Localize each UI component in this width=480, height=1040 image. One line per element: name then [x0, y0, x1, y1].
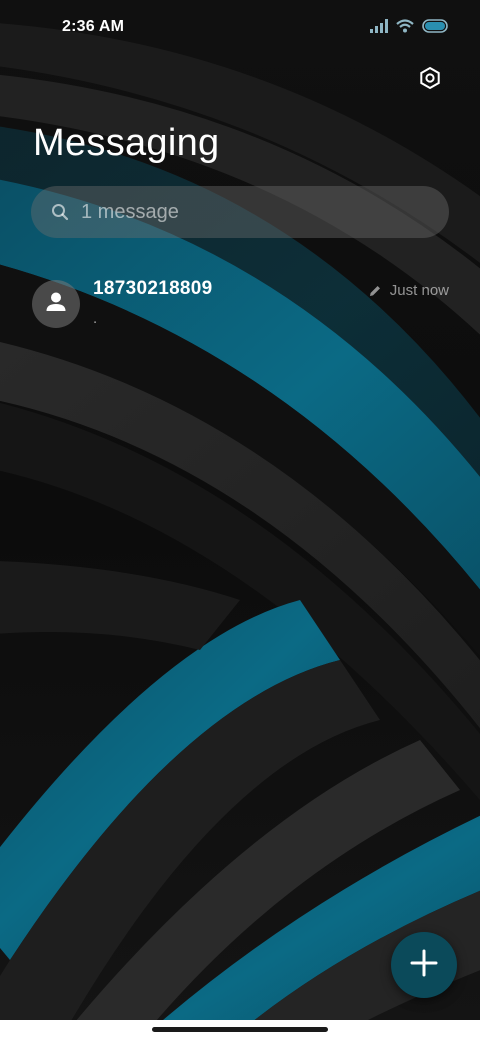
signal-icon: [370, 18, 388, 38]
messaging-screen: 2:36 AM Messaging 1 message 18730218809 …: [0, 0, 480, 1040]
gear-icon: [418, 66, 442, 95]
status-bar: 2:36 AM: [0, 0, 480, 56]
home-indicator[interactable]: [152, 1027, 328, 1032]
plus-icon: [410, 949, 438, 982]
search-icon: [50, 202, 70, 222]
conversation-item[interactable]: 18730218809 . Just now: [0, 268, 480, 342]
settings-button[interactable]: [412, 62, 448, 98]
new-message-button[interactable]: [391, 932, 457, 998]
page-title: Messaging: [33, 122, 220, 164]
status-icons: [370, 18, 450, 38]
person-icon: [44, 290, 68, 319]
pencil-icon: [368, 284, 382, 298]
search-input[interactable]: 1 message: [31, 186, 449, 238]
navigation-bar: [0, 1020, 480, 1040]
search-placeholder: 1 message: [81, 200, 179, 223]
battery-icon: [422, 18, 450, 38]
conversation-timestamp: Just now: [389, 282, 449, 299]
status-time: 2:36 AM: [62, 18, 125, 35]
conversation-sender: 18730218809: [93, 278, 213, 299]
wifi-icon: [396, 18, 414, 38]
conversation-preview: .: [93, 310, 98, 327]
avatar[interactable]: [32, 280, 80, 328]
conversation-meta: Just now: [368, 282, 449, 299]
